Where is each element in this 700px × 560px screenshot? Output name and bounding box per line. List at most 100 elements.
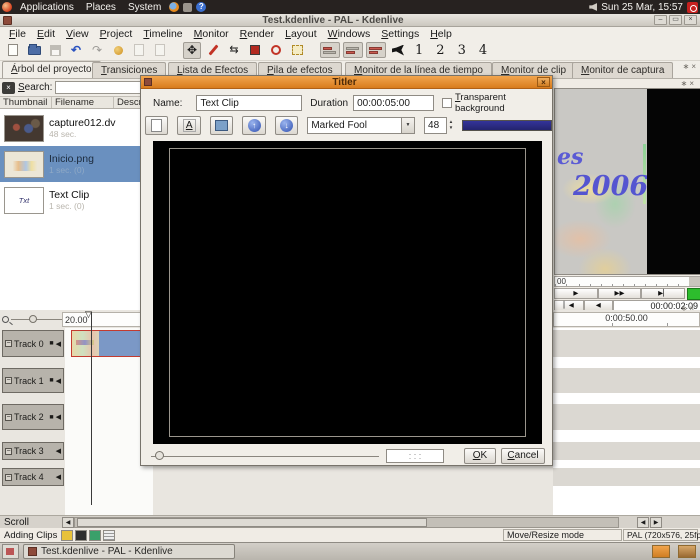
track-header-0[interactable]: − Track 0 ■ ◀	[2, 330, 64, 357]
tab-capture-monitor[interactable]: Monitor de captura	[572, 62, 673, 78]
scroll-left-arrow[interactable]: ◀	[62, 517, 74, 528]
select-zone-button[interactable]	[288, 42, 306, 59]
status-contrast-icon[interactable]	[75, 530, 87, 541]
column-filename[interactable]: Filename	[52, 97, 114, 108]
position-field[interactable]: : : :	[386, 449, 444, 463]
open-project-button[interactable]	[25, 42, 43, 59]
video-track-icon[interactable]: ■	[49, 414, 53, 421]
status-monitor-icon[interactable]	[89, 530, 101, 541]
cut-button[interactable]	[130, 42, 148, 59]
dock-close-icon[interactable]: ×	[691, 62, 698, 71]
scrollbar-thumb[interactable]	[77, 518, 427, 527]
ok-button[interactable]: OK	[464, 448, 496, 464]
clip-row-textclip[interactable]: Txt Text Clip 1 sec. (0)	[0, 182, 150, 218]
track-header-1[interactable]: − Track 1 ■ ◀	[2, 368, 64, 393]
chevron-down-icon[interactable]: ▼	[401, 118, 414, 133]
font-size-stepper[interactable]: ▲ ▼	[449, 120, 453, 130]
taskbar-window-button[interactable]: Test.kdenlive - PAL - Kdenlive	[23, 544, 235, 559]
go-to-end-button[interactable]: ▶▏	[641, 288, 685, 299]
help-icon[interactable]: ?	[196, 2, 206, 12]
window-titlebar[interactable]: Test.kdenlive - PAL - Kdenlive – ▭ ×	[0, 14, 700, 27]
volume-icon[interactable]	[589, 3, 597, 11]
move-tool-button[interactable]: ✥	[183, 42, 201, 59]
tab-project-tree[interactable]: Árbol del proyecto	[2, 61, 101, 78]
zoom-slider[interactable]	[11, 319, 62, 320]
clock[interactable]: Sun 25 Mar, 15:57	[601, 2, 683, 13]
track-header-3[interactable]: − Track 3 ◀	[2, 442, 64, 460]
maximize-button[interactable]: ▭	[669, 15, 682, 25]
menu-edit[interactable]: Edit	[32, 28, 60, 40]
record-zone-button[interactable]	[687, 288, 700, 300]
audio-track-icon[interactable]: ◀	[56, 447, 61, 455]
raise-object-button[interactable]: ↑	[242, 116, 265, 135]
copy-button[interactable]	[151, 42, 169, 59]
audio-track-icon[interactable]: ◀	[56, 413, 61, 421]
timeline-view-1-button[interactable]	[320, 42, 340, 58]
workspace-switcher-icon[interactable]	[652, 545, 670, 558]
menu-layout[interactable]: Layout	[280, 28, 322, 40]
duration-field[interactable]: 00:00:05:00	[353, 95, 434, 111]
record-button[interactable]	[246, 42, 264, 59]
system-menu[interactable]: System	[124, 2, 165, 13]
timeline-ruler-right[interactable]: 0:00:50.00	[553, 312, 700, 327]
transparent-label[interactable]: Transparent background	[455, 92, 552, 114]
status-marker-icon[interactable]	[61, 530, 73, 541]
playhead-line[interactable]	[91, 312, 92, 505]
audio-thumbnails-button[interactable]	[389, 42, 407, 59]
column-thumbnail[interactable]: Thumbnail	[0, 97, 52, 108]
menu-project[interactable]: Project	[95, 28, 138, 40]
audio-track-icon[interactable]: ◀	[56, 377, 61, 385]
razor-tool-button[interactable]	[204, 42, 222, 59]
dock-close-icon[interactable]: ×	[689, 79, 696, 88]
collapse-icon[interactable]: −	[5, 448, 12, 455]
timeline-view-3-button[interactable]	[366, 42, 386, 58]
browser-launcher-icon[interactable]	[169, 2, 179, 12]
audio-track-icon[interactable]: ◀	[56, 340, 61, 348]
monitor-ruler[interactable]: 00	[554, 276, 700, 287]
zoom-slider-handle[interactable]	[29, 315, 37, 323]
play-button[interactable]: ▶	[554, 288, 598, 299]
menu-monitor[interactable]: Monitor	[189, 28, 234, 40]
lower-object-button[interactable]: ↓	[275, 116, 298, 135]
clip-row-capture012[interactable]: capture012.dv 48 sec.	[0, 110, 150, 146]
horizontal-scrollbar[interactable]	[74, 517, 619, 528]
pane-scroll-right[interactable]: ▶	[650, 517, 662, 528]
track-lane[interactable]	[553, 442, 700, 460]
video-track-icon[interactable]: ■	[49, 377, 53, 384]
new-project-button[interactable]	[4, 42, 22, 59]
spin-down-icon[interactable]: ▼	[449, 126, 453, 131]
status-list-icon[interactable]	[103, 530, 115, 541]
spin-up-icon[interactable]: ▲	[449, 120, 453, 125]
collapse-icon[interactable]: −	[5, 340, 12, 347]
menu-windows[interactable]: Windows	[323, 28, 376, 40]
redo-button[interactable]: ↷	[88, 42, 106, 59]
search-clear-button[interactable]: ×	[2, 82, 15, 94]
spacer-tool-button[interactable]: ⇆	[225, 42, 243, 59]
layout-2-button[interactable]: 2	[431, 43, 449, 58]
render-button[interactable]	[267, 42, 285, 59]
track-lane[interactable]	[553, 330, 700, 357]
show-desktop-button[interactable]	[2, 544, 19, 559]
minimize-button[interactable]: –	[654, 15, 667, 25]
fast-forward-button[interactable]: ▶▶	[598, 288, 642, 299]
track-lane[interactable]	[553, 368, 700, 393]
add-rect-button[interactable]	[210, 116, 233, 135]
logout-icon[interactable]	[687, 2, 698, 13]
menu-help[interactable]: Help	[425, 28, 457, 40]
clipboard-button[interactable]	[109, 42, 127, 59]
menu-render[interactable]: Render	[235, 28, 279, 40]
dialog-titlebar[interactable]: Titler ×	[141, 76, 552, 89]
launcher-icon[interactable]	[183, 3, 192, 12]
applications-menu[interactable]: Applications	[16, 2, 78, 13]
text-color-swatch[interactable]	[462, 120, 552, 131]
track-lane[interactable]	[553, 468, 700, 486]
track-lane[interactable]	[553, 404, 700, 430]
dialog-close-button[interactable]: ×	[537, 77, 550, 87]
trash-icon[interactable]	[678, 545, 696, 558]
collapse-icon[interactable]: −	[5, 377, 12, 384]
position-slider-handle[interactable]	[155, 451, 164, 460]
audio-track-icon[interactable]: ◀	[56, 473, 61, 481]
font-select[interactable]: Marked Fool ▼	[307, 117, 415, 134]
places-menu[interactable]: Places	[82, 2, 120, 13]
layout-1-button[interactable]: 1	[410, 43, 428, 58]
